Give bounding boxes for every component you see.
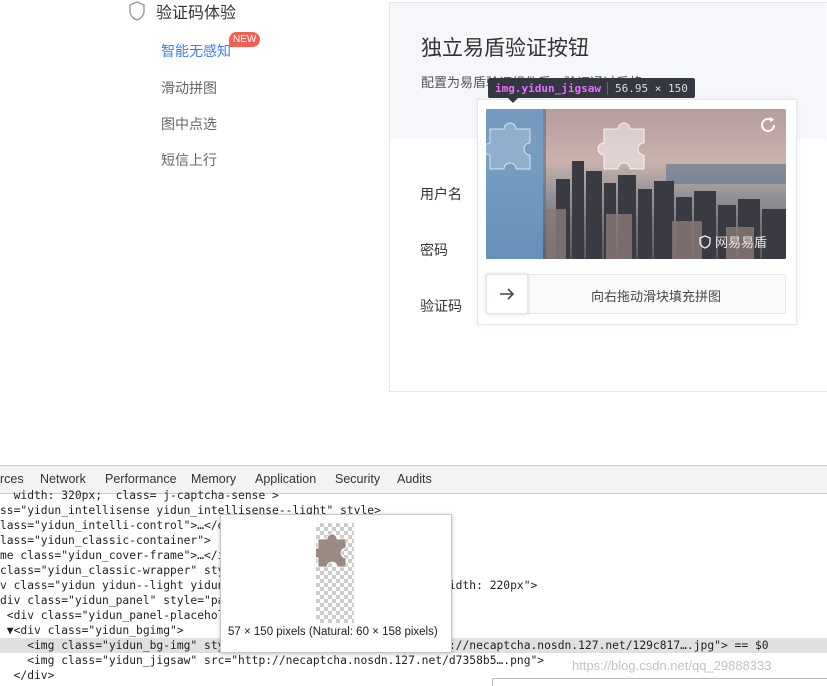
tab-performance[interactable]: Performance xyxy=(105,472,177,486)
dom-line[interactable]: width: 320px; class= j-captcha-sense > xyxy=(0,488,827,503)
slider-hint-text: 向右拖动滑块填充拼图 xyxy=(590,289,721,304)
yidun-watermark: 网易易盾 xyxy=(698,232,767,251)
sidebar-item-slide-jigsaw[interactable]: 滑动拼图 xyxy=(161,78,217,98)
tab-security[interactable]: Security xyxy=(335,472,380,486)
sidebar-item-click-select[interactable]: 图中点选 xyxy=(161,114,217,134)
tab-sources[interactable]: rces xyxy=(0,472,24,486)
yidun-logo-icon xyxy=(699,234,711,249)
inspect-tooltip-arrow xyxy=(508,98,518,103)
refresh-icon[interactable] xyxy=(758,115,778,135)
sidebar-heading: 验证码体验 xyxy=(128,0,236,22)
jigsaw-piece-highlight[interactable] xyxy=(483,109,543,259)
tab-audits[interactable]: Audits xyxy=(397,472,432,486)
tab-network[interactable]: Network xyxy=(40,472,86,486)
panel-title: 独立易盾验证按钮 xyxy=(421,37,589,60)
sidebar-item-smart[interactable]: 智能无感知 xyxy=(161,41,231,61)
jigsaw-preview-image xyxy=(312,523,354,623)
sidebar-item-sms-uplink[interactable]: 短信上行 xyxy=(161,150,217,170)
image-preview-caption: 57 × 150 pixels (Natural: 60 × 158 pixel… xyxy=(228,626,438,638)
blog-watermark: https://blog.csdn.net/qq_29888333 xyxy=(572,658,772,673)
slider-handle[interactable] xyxy=(486,274,528,314)
password-label: 密码 xyxy=(420,242,448,258)
inspect-element-tooltip: img.yidun_jigsaw 56.95 × 150 xyxy=(488,78,695,98)
username-label: 用户名 xyxy=(420,186,462,202)
tab-application[interactable]: Application xyxy=(255,472,316,486)
arrow-right-icon xyxy=(500,288,515,300)
tab-memory[interactable]: Memory xyxy=(191,472,236,486)
captcha-label: 验证码 xyxy=(420,298,462,314)
shield-icon xyxy=(129,1,145,21)
new-badge: NEW xyxy=(229,32,261,47)
